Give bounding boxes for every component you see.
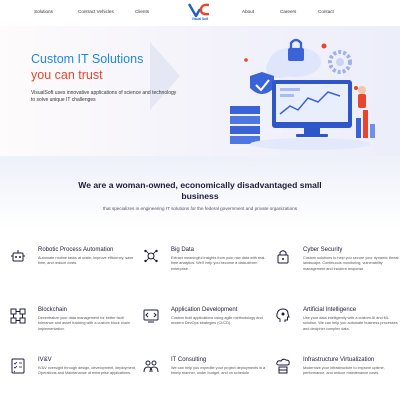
lock-icon [277, 250, 289, 264]
hero-description: VisualSoft uses innovative applications … [31, 90, 177, 103]
service-description: Use your data intelligently with a custo… [303, 316, 398, 331]
service-card-cyber-security[interactable]: Cyber Security Custom solutions to help … [275, 247, 400, 292]
service-card-blockchain[interactable]: Blockchain Decentralize your data manage… [10, 307, 140, 352]
service-title: IV&V [38, 357, 52, 363]
checklist-icon [11, 358, 25, 374]
service-description: Decentralize your data management for be… [38, 316, 130, 331]
nav-contract-vehicles[interactable]: Contract Vehicles [78, 9, 114, 14]
service-description: Custom solutions to help you secure your… [303, 256, 399, 271]
service-card-it-consulting[interactable]: IT Consulting We can help you expedite y… [143, 357, 273, 400]
hero-title-line1: Custom IT Solutions [31, 52, 144, 66]
big-data-icon [144, 249, 158, 263]
cloud-server-icon [276, 358, 290, 374]
section-subtitle: that specializes in engineering IT solut… [103, 206, 297, 211]
service-title: Application Development [171, 307, 238, 313]
service-title: Big Data [171, 247, 195, 253]
app-dev-icon [143, 309, 159, 323]
service-description: IV&V oversight through design, developme… [38, 366, 136, 376]
service-description: Extract meaningful insights from your ra… [171, 256, 266, 271]
nav-clients[interactable]: Clients [135, 9, 149, 14]
top-navigation: Solutions Contract Vehicles Clients Visu… [0, 0, 400, 26]
service-card-artificial-intelligence[interactable]: Artificial Intelligence Use your data in… [275, 307, 400, 352]
ai-icon [276, 308, 290, 322]
service-card-big-data[interactable]: Big Data Extract meaningful insights fro… [143, 247, 273, 292]
robot-icon [11, 250, 25, 262]
service-description: Automate routine tasks at scale, improve… [38, 256, 134, 266]
service-card-rpa[interactable]: Robotic Process Automation Automate rout… [10, 247, 140, 292]
service-description: We can help you expedite your project de… [171, 366, 266, 376]
service-description: Custom built applications using agile me… [171, 316, 263, 326]
security-illustration [230, 38, 375, 150]
nav-careers[interactable]: Careers [280, 9, 296, 14]
service-title: Cyber Security [303, 247, 343, 253]
service-title: Blockchain [38, 307, 68, 313]
nav-about[interactable]: About [242, 9, 254, 14]
nav-solutions[interactable]: Solutions [34, 9, 53, 14]
blockchain-icon [10, 308, 26, 324]
service-title: Infrastructure Virtualization [303, 357, 375, 363]
consulting-icon [143, 360, 159, 373]
service-title: Artificial Intelligence [303, 307, 357, 313]
service-card-application-development[interactable]: Application Development Custom built app… [143, 307, 273, 352]
section-title: We are a woman-owned, economically disad… [78, 180, 322, 201]
service-card-infrastructure-virtualization[interactable]: Infrastructure Virtualization Modernize … [275, 357, 400, 400]
service-card-ivv[interactable]: IV&V IV&V oversight through design, deve… [10, 357, 140, 400]
service-title: Robotic Process Automation [38, 247, 114, 253]
visualsoft-logo[interactable]: Visual Soft [187, 2, 213, 24]
service-title: IT Consulting [171, 357, 207, 363]
service-description: Modernize your infrastructure to improve… [303, 366, 385, 376]
hero-title-line2: you can trust [31, 68, 103, 82]
logo-text: Visual Soft [191, 17, 209, 21]
nav-contact[interactable]: Contact [318, 9, 334, 14]
